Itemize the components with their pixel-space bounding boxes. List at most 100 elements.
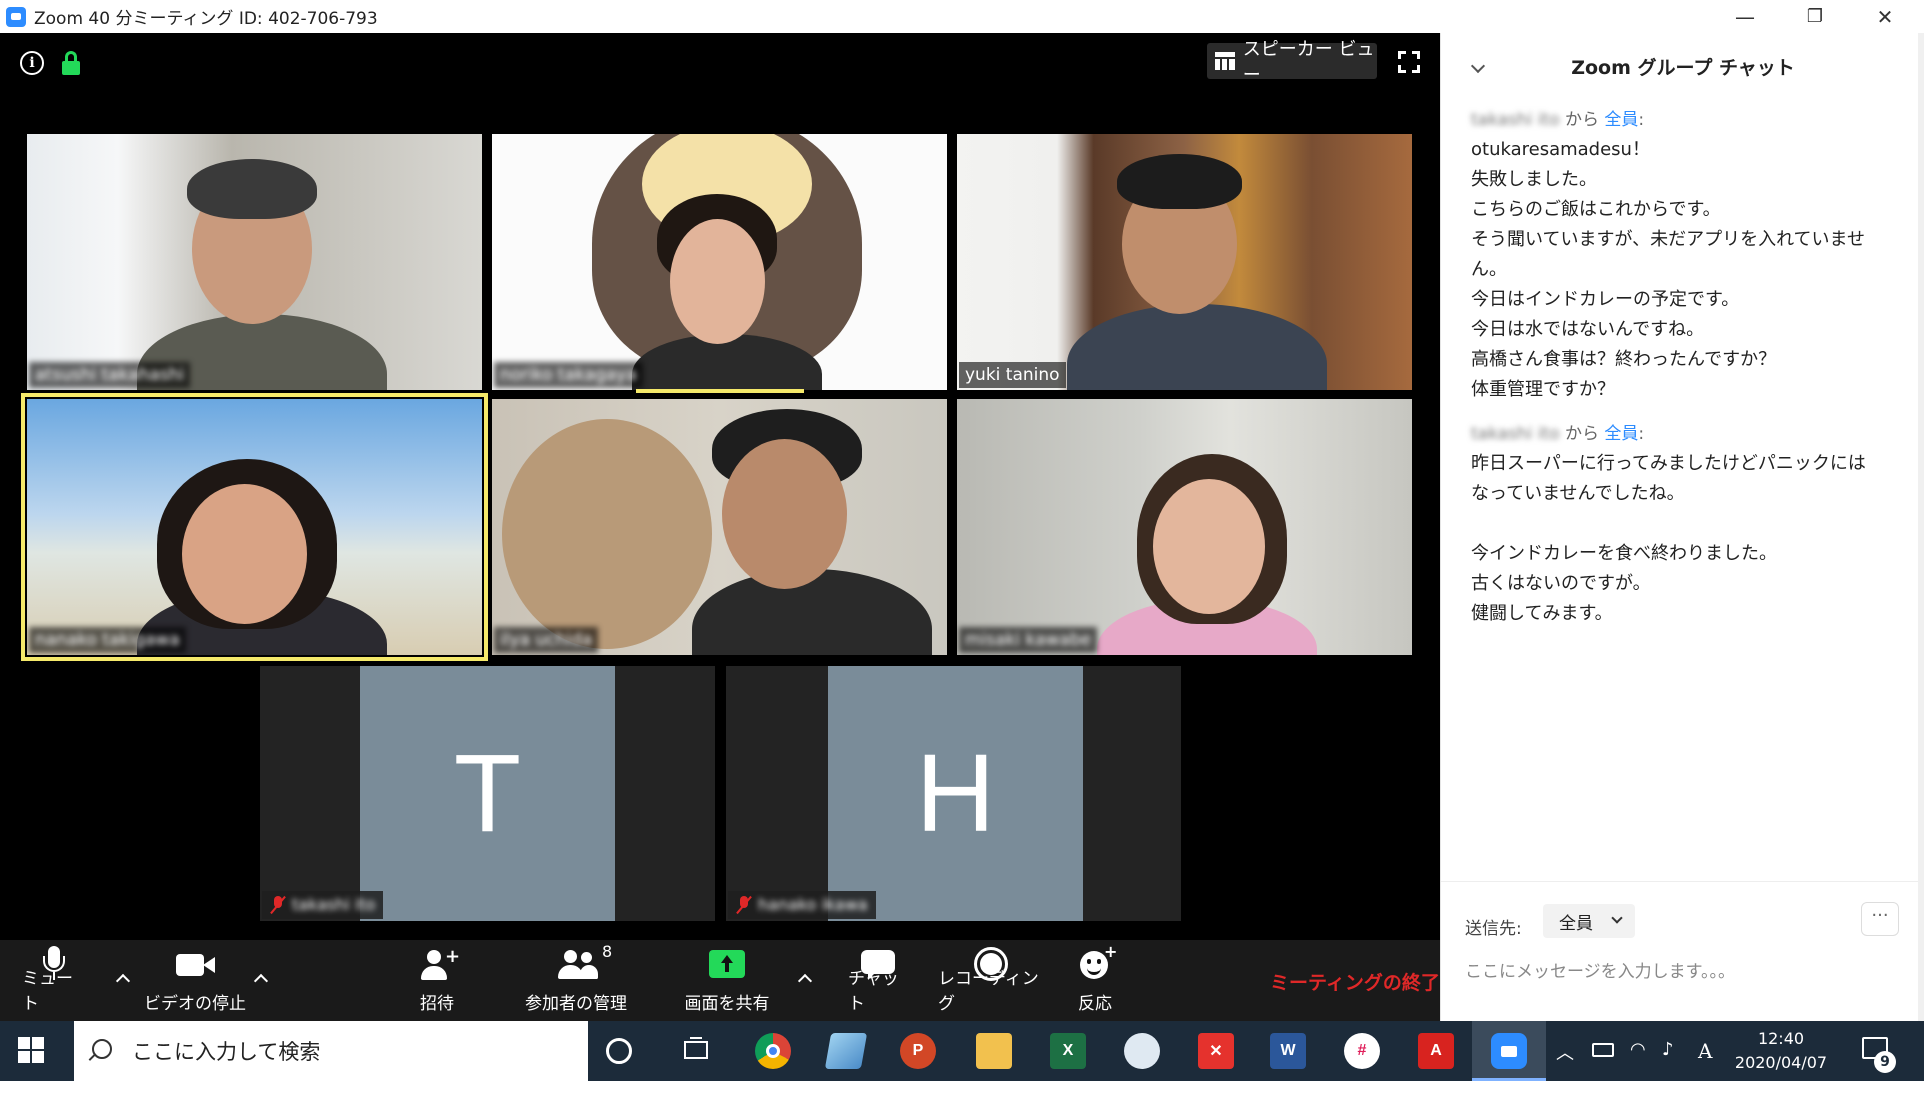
search-icon [92, 1039, 112, 1059]
participant-name: yuki tanino [959, 362, 1066, 388]
chat-footer: 送信先: 全員 ··· [1441, 881, 1924, 1021]
acrobat-icon[interactable]: A [1418, 1033, 1454, 1069]
participants-icon: 8 [556, 942, 612, 983]
chat-panel: Zoom グループ チャット takashi ito から 全員: otukar… [1440, 33, 1924, 1021]
zoom-taskbar-icon[interactable] [1491, 1033, 1527, 1069]
task-view-icon[interactable] [682, 1037, 710, 1063]
video-tile[interactable]: ilya uchida [492, 399, 947, 655]
add-person-icon: + [417, 946, 460, 983]
reactions-label: 反応 [1078, 994, 1112, 1014]
share-screen-icon [707, 946, 747, 983]
chat-line [1471, 509, 1871, 539]
chat-title: Zoom グループ チャット [1571, 57, 1795, 79]
video-tile[interactable]: misaki kawabe [957, 399, 1412, 655]
chat-line: 体重管理ですか？ [1471, 379, 1615, 400]
show-hidden-icons-chevron-icon[interactable]: ︿ [1556, 1039, 1574, 1065]
chat-line: ん。 [1471, 259, 1507, 280]
chat-line: 古くはないのですが。 [1471, 573, 1651, 594]
restore-button[interactable]: ❐ [1780, 0, 1850, 33]
powerpoint-icon[interactable]: P [900, 1033, 936, 1069]
speaker-view-icon [1215, 52, 1235, 70]
video-tile[interactable]: noriko takagaya [492, 134, 947, 390]
manage-participants-button[interactable]: 8 参加者の管理 [520, 942, 632, 1016]
avatar: T [360, 666, 615, 921]
avatar: H [828, 666, 1083, 921]
mute-button[interactable]: ミュート [22, 946, 86, 1016]
taskbar-search-box[interactable]: ここに入力して検索 [74, 1021, 588, 1081]
stop-video-label: ビデオの停止 [144, 994, 246, 1014]
taskbar-search-placeholder: ここに入力して検索 [132, 1040, 321, 1064]
info-icon[interactable]: i [20, 51, 44, 75]
chat-line: 高橋さん食事は？終わったんですか？ [1471, 349, 1777, 370]
chat-recipient-link[interactable]: 全員 [1604, 424, 1638, 444]
chat-message-header: takashi ito から 全員: [1471, 110, 1645, 130]
snipping-tool-icon[interactable] [1124, 1033, 1160, 1069]
chat-line: 健闘してみます。 [1471, 603, 1613, 624]
wifi-icon[interactable]: ◠ [1630, 1039, 1646, 1060]
chat-recipient-link[interactable]: 全員 [1604, 110, 1638, 130]
share-screen-label: 画面を共有 [684, 994, 770, 1014]
chat-sender: takashi ito [1471, 424, 1560, 444]
smiley-add-icon: + [1075, 942, 1117, 983]
chat-message-input[interactable] [1465, 952, 1895, 992]
more-options-button[interactable]: ··· [1861, 902, 1899, 936]
chat-line: 今日は水ではないんですね。 [1471, 319, 1705, 340]
excel-icon[interactable]: X [1050, 1033, 1086, 1069]
video-camera-icon [175, 946, 215, 983]
participant-name: ilya uchida [494, 627, 599, 653]
word-icon[interactable]: W [1270, 1033, 1306, 1069]
slack-icon[interactable]: # [1344, 1033, 1380, 1069]
video-tile[interactable]: yuki tanino [957, 134, 1412, 390]
speaker-view-label: スピーカー ビュー [1242, 39, 1375, 86]
recording-button[interactable]: レコーディング [938, 946, 1044, 1016]
chat-line: otukaresamadesu！ [1471, 139, 1650, 160]
minimize-button[interactable]: — [1710, 0, 1780, 33]
cortana-icon[interactable] [606, 1038, 632, 1064]
screen-bottom-margin [0, 1081, 1924, 1108]
stop-video-button[interactable]: ビデオの停止 [140, 946, 250, 1016]
talking-indicator [636, 389, 804, 393]
title-bar: Zoom 40 分ミーティング ID: 402-706-793 — ❐ ✕ [0, 0, 1924, 33]
fullscreen-icon[interactable] [1398, 51, 1420, 73]
taskbar-clock[interactable]: 12:40 2020/04/07 [1726, 1027, 1836, 1075]
chat-button[interactable]: チャット [848, 946, 908, 1016]
lock-icon[interactable] [60, 51, 84, 75]
participant-name: atsushi takahashi [29, 362, 191, 388]
video-tile[interactable]: atsushi takahashi [27, 134, 482, 390]
zoom-app-icon [6, 6, 26, 27]
volume-icon[interactable]: ♪ [1662, 1039, 1674, 1060]
meeting-toolbar: ミュート ビデオの停止 + 招待 8 参加者の管理 画面を共有 チャット レコー… [0, 940, 1440, 1021]
end-meeting-button[interactable]: ミーティングの終了 [1270, 968, 1440, 995]
windows-start-icon[interactable] [18, 1037, 44, 1063]
participant-name-tag: takashi ito [262, 891, 384, 919]
speaker-view-button[interactable]: スピーカー ビュー [1207, 39, 1377, 86]
record-icon [971, 946, 1011, 981]
video-options-caret-icon[interactable] [254, 972, 268, 986]
share-screen-button[interactable]: 画面を共有 [680, 946, 774, 1016]
clock-time: 12:40 [1757, 1029, 1805, 1048]
notepad-icon[interactable] [824, 1033, 868, 1069]
share-options-caret-icon[interactable] [798, 972, 812, 986]
xmind-icon[interactable]: ✕ [1198, 1033, 1234, 1069]
chevron-down-icon [1611, 912, 1623, 924]
manage-participants-label: 参加者の管理 [525, 994, 627, 1014]
windows-taskbar: ここに入力して検索 P X ✕ W # A ︿ ◠ ♪ A 12:40 2020… [0, 1021, 1924, 1081]
audio-options-caret-icon[interactable] [116, 972, 130, 986]
close-button[interactable]: ✕ [1850, 0, 1920, 33]
chat-line: 失敗しました。 [1471, 169, 1597, 190]
file-explorer-icon[interactable] [976, 1033, 1012, 1069]
send-to-label: 送信先: [1465, 919, 1522, 939]
chat-line: そう聞いていますが、未だアプリを入れていませ [1471, 229, 1866, 250]
recipient-dropdown[interactable]: 全員 [1543, 904, 1635, 938]
reactions-button[interactable]: + 反応 [1072, 942, 1118, 1016]
participant-name: hanako ikawa [758, 895, 868, 914]
muted-mic-icon [736, 895, 752, 915]
chrome-icon[interactable] [755, 1033, 791, 1069]
chat-message-header: takashi ito から 全員: [1471, 424, 1645, 444]
invite-button[interactable]: + 招待 [410, 946, 464, 1016]
participant-name: misaki kawabe [959, 627, 1098, 653]
avatar-tile[interactable]: T takashi ito [260, 666, 715, 921]
ime-indicator[interactable]: A [1698, 1039, 1712, 1063]
battery-icon[interactable] [1592, 1043, 1614, 1057]
avatar-tile[interactable]: H hanako ikawa [726, 666, 1181, 921]
